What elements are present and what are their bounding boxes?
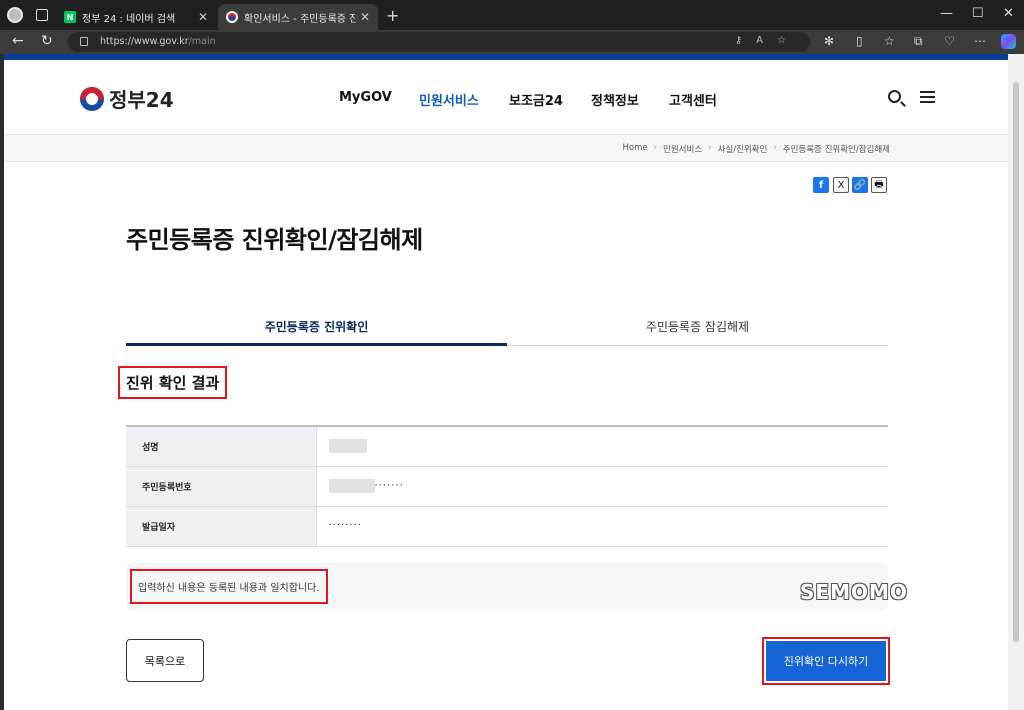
browser-tab-bar: N 정부 24 : 네이버 검색 ✕ 확인서비스 - 주민등록증 진위확인 ✕ …	[0, 0, 1024, 30]
back-to-list-button[interactable]: 목록으로	[126, 639, 204, 682]
tab-title: 정부 24 : 네이버 검색	[82, 13, 176, 25]
table-row: 성명	[126, 426, 888, 467]
gov-icon	[226, 11, 238, 23]
search-icon[interactable]	[888, 90, 901, 103]
chevron-right-icon: ›	[653, 143, 658, 153]
section-title: 진위 확인 결과	[118, 366, 228, 399]
browser-tab-naver[interactable]: N 정부 24 : 네이버 검색 ✕	[56, 4, 216, 30]
browser-essentials-icon[interactable]: ♡	[944, 34, 955, 48]
row-value-rrn: ·······	[315, 466, 888, 507]
url-text[interactable]: https://www.gov.kr/main	[100, 36, 216, 47]
chevron-right-icon: ›	[773, 143, 777, 153]
tab-title: 확인서비스 - 주민등록증 진위확인	[244, 13, 356, 25]
minimize-icon[interactable]: —	[940, 6, 953, 21]
breadcrumb-home[interactable]: Home	[623, 143, 648, 155]
close-tab-icon[interactable]: ✕	[198, 10, 208, 24]
collections-icon[interactable]: ⧉	[914, 34, 923, 49]
tab-unlock[interactable]: 주민등록증 잠김해제	[507, 312, 888, 346]
logo-text: 정부24	[109, 88, 174, 112]
table-row: 발급일자 ········	[126, 506, 888, 547]
browser-toolbar: ← ↻ https://www.gov.kr/main ⚷A☆ ✻ ▯ ☆ ⧉ …	[0, 30, 1024, 54]
print-icon[interactable]: 🖶	[871, 177, 887, 193]
breadcrumb-item[interactable]: 민원서비스	[663, 143, 702, 155]
watermark: SEMOMO	[800, 580, 908, 604]
naver-icon: N	[64, 11, 76, 23]
breadcrumb-current: 주민등록증 진위확인/잠김해제	[782, 145, 890, 155]
taegeuk-logo-icon	[80, 86, 104, 111]
page-viewport: 정부24 MyGOV 민원서비스 보조금24 정책정보 고객센터 Home › …	[4, 54, 1008, 710]
omnibox-actions[interactable]: ⚷A☆	[735, 35, 800, 46]
redacted-value	[328, 479, 375, 493]
nav-subsidy24[interactable]: 보조금24	[509, 90, 563, 109]
row-label-issue-date: 발급일자	[126, 506, 316, 547]
scroll-thumb[interactable]	[1013, 82, 1019, 642]
browser-tab-gov[interactable]: 확인서비스 - 주민등록증 진위확인 ✕	[218, 4, 378, 30]
split-screen-icon[interactable]: ▯	[856, 34, 863, 48]
copilot-icon[interactable]	[1001, 34, 1016, 49]
x-share-icon[interactable]: X	[833, 177, 849, 193]
refresh-icon[interactable]: ↻	[41, 33, 53, 49]
breadcrumb-item[interactable]: 사실/진위확인	[718, 143, 768, 155]
result-notice-text: 입력하신 내용은 등록된 내용과 일치합니다.	[130, 569, 328, 604]
maximize-icon[interactable]: ☐	[972, 6, 984, 21]
more-menu-icon[interactable]: ⋯	[974, 34, 986, 48]
extensions-icon[interactable]: ✻	[824, 34, 834, 48]
copy-link-icon[interactable]: 🔗	[852, 177, 868, 193]
redacted-value	[328, 439, 367, 454]
profile-avatar-icon[interactable]	[7, 7, 23, 23]
lock-icon	[80, 37, 88, 46]
back-icon[interactable]: ←	[12, 33, 24, 49]
result-table: 성명 주민등록번호 ······· 발급일자 ········	[126, 425, 888, 547]
page-title: 주민등록증 진위확인/잠김해제	[126, 226, 423, 254]
retry-button-highlight: 진위확인 다시하기	[762, 637, 890, 685]
table-row: 주민등록번호 ·······	[126, 466, 888, 507]
menu-icon[interactable]	[920, 91, 935, 103]
nav-mygov[interactable]: MyGOV	[339, 90, 392, 105]
site-header: 정부24 MyGOV 민원서비스 보조금24 정책정보 고객센터	[4, 60, 1008, 134]
facebook-share-icon[interactable]: f	[813, 177, 829, 193]
site-logo[interactable]: 정부24	[80, 84, 174, 113]
breadcrumb-bar: Home › 민원서비스 › 사실/진위확인 › 주민등록증 진위확인/잠김해제	[4, 134, 1008, 162]
favorites-icon[interactable]: ☆	[884, 34, 895, 48]
retry-verification-button[interactable]: 진위확인 다시하기	[766, 641, 886, 681]
service-tabs: 주민등록증 진위확인 주민등록증 잠김해제	[126, 312, 888, 346]
close-window-icon[interactable]: ✕	[1003, 6, 1014, 21]
tab-actions-icon[interactable]	[36, 9, 48, 21]
row-label-name: 성명	[126, 426, 316, 467]
new-tab-icon[interactable]: +	[386, 6, 399, 25]
tab-verification[interactable]: 주민등록증 진위확인	[126, 312, 507, 346]
close-tab-icon[interactable]: ✕	[360, 10, 370, 24]
row-label-rrn: 주민등록번호	[126, 466, 316, 507]
nav-policy-info[interactable]: 정책정보	[591, 90, 639, 109]
breadcrumb: Home › 민원서비스 › 사실/진위확인 › 주민등록증 진위확인/잠김해제	[623, 143, 890, 155]
scrollbar[interactable]	[1008, 54, 1024, 710]
nav-customer-center[interactable]: 고객센터	[669, 90, 717, 109]
nav-civil-service[interactable]: 민원서비스	[419, 90, 479, 109]
chevron-right-icon: ›	[708, 143, 712, 153]
row-value-issue-date: ········	[315, 506, 888, 547]
address-bar[interactable]: https://www.gov.kr/main ⚷A☆	[68, 32, 810, 52]
row-value-name	[315, 426, 888, 467]
result-notice-box: 입력하신 내용은 등록된 내용과 일치합니다.	[126, 563, 888, 611]
